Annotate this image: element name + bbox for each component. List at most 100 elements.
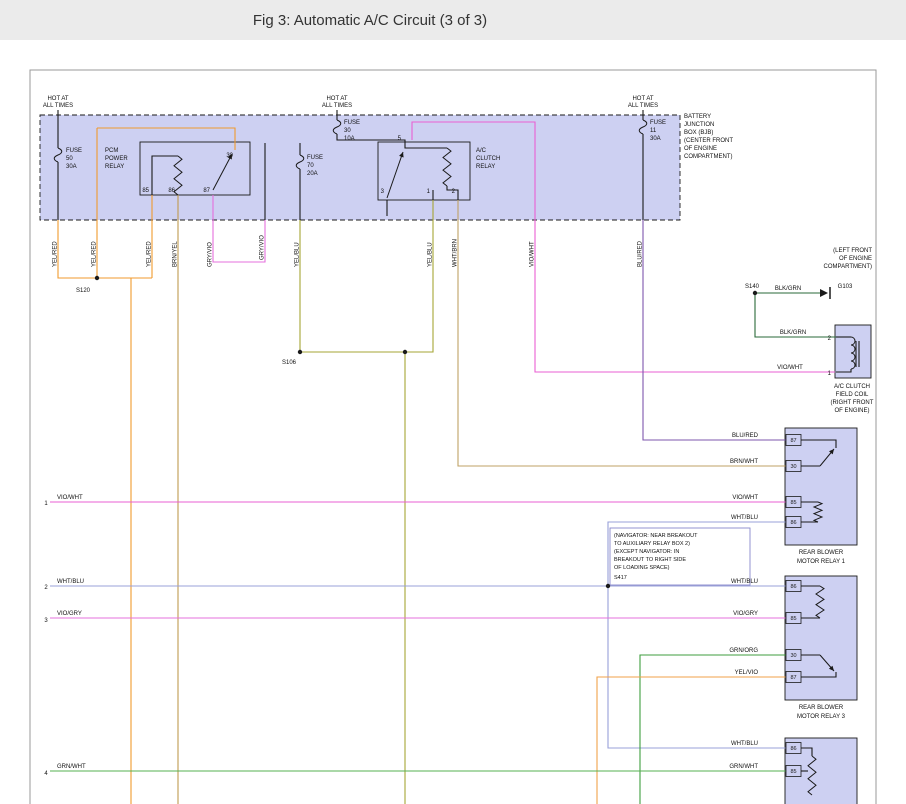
hot-at-left: HOT AT bbox=[47, 96, 68, 102]
wire-label-grnorg: GRN/ORG bbox=[729, 648, 758, 654]
pcm-relay-label-3: RELAY bbox=[105, 164, 124, 170]
wire-label-viogry-left: VIO/GRY bbox=[57, 611, 82, 617]
rear-blower-relay3-box bbox=[785, 576, 857, 700]
fuse70-label-3: 20A bbox=[307, 171, 318, 177]
hot-at-right-2: ALL TIMES bbox=[628, 103, 658, 109]
wire-label-whtblu-r1: WHT/BLU bbox=[731, 515, 758, 521]
splice-s140 bbox=[753, 291, 757, 295]
note-line-1: (NAVIGATOR: NEAR BREAKOUT bbox=[614, 533, 698, 539]
wire-label-blkgrn-2: BLK/GRN bbox=[780, 330, 806, 336]
wire-label-whtblu-r2: WHT/BLU bbox=[731, 741, 758, 747]
relay1-pin-85-label: 85 bbox=[790, 500, 796, 506]
ground-g103-label: G103 bbox=[838, 284, 853, 290]
relay3-label-2: MOTOR RELAY 3 bbox=[797, 714, 846, 720]
hot-at-right: HOT AT bbox=[632, 96, 653, 102]
note-line-5: OF LOADING SPACE) bbox=[614, 565, 670, 571]
field-coil-label-4: OF ENGINE) bbox=[834, 408, 869, 414]
ac-relay-label-2: CLUTCH bbox=[476, 156, 500, 162]
fuse11-label-2: 11 bbox=[650, 128, 657, 134]
relay3-pin-30-label: 30 bbox=[790, 653, 796, 659]
wire-label-yelred-2: YEL/RED bbox=[92, 241, 98, 267]
hot-at-left-2: ALL TIMES bbox=[43, 103, 73, 109]
relay3-label: REAR BLOWER bbox=[799, 705, 844, 711]
pcm-relay-label: PCM bbox=[105, 148, 118, 154]
ac-relay-label: A/C bbox=[476, 148, 487, 154]
battery-junction-box bbox=[40, 115, 680, 220]
relay2-pin-85-label: 85 bbox=[790, 769, 796, 775]
splice-s120 bbox=[95, 276, 99, 280]
pcm-relay-label-2: POWER bbox=[105, 156, 128, 162]
wire-label-grnwht-left: GRN/WHT bbox=[57, 764, 86, 770]
bjb-label-6: COMPARTMENT) bbox=[684, 154, 732, 160]
fuse30-label-2: 30 bbox=[344, 128, 351, 134]
wire-label-yelred-3: YEL/RED bbox=[147, 241, 153, 267]
relay1-label: REAR BLOWER bbox=[799, 550, 844, 556]
wire-label-whtblu-r3: WHT/BLU bbox=[731, 579, 758, 585]
wire-label-brnyel: BRN/YEL bbox=[173, 241, 179, 267]
wire-label-gryvio-2: GRY/VIO bbox=[260, 235, 266, 260]
fuse70-label: FUSE bbox=[307, 155, 323, 161]
fuse11-label-3: 30A bbox=[650, 136, 661, 142]
fuse50-label: FUSE bbox=[66, 148, 82, 154]
field-coil-label-2: FIELD COIL bbox=[836, 392, 869, 398]
splice-s120-label: S120 bbox=[76, 288, 91, 294]
hot-at-mid-2: ALL TIMES bbox=[322, 103, 352, 109]
wire-label-viowht-left: VIO/WHT bbox=[57, 495, 83, 501]
splice-s106 bbox=[298, 350, 302, 354]
bjb-label-3: BOX (BJB) bbox=[684, 130, 713, 136]
wire-label-grnwht-r2: GRN/WHT bbox=[729, 764, 758, 770]
pcm-pin87-num: 87 bbox=[203, 188, 210, 194]
note-line-3: (EXCEPT NAVIGATOR: IN bbox=[614, 549, 679, 555]
field-coil-label: A/C CLUTCH bbox=[834, 384, 870, 390]
fuse70-label-2: 70 bbox=[307, 163, 314, 169]
wire-label-whtblu-left: WHT/BLU bbox=[57, 579, 84, 585]
relay3-pin-87-label: 87 bbox=[790, 675, 796, 681]
splice-s106-branch bbox=[403, 350, 407, 354]
ground-loc-label-2: OF ENGINE bbox=[839, 256, 872, 262]
wire-label-blured-v: BLU/RED bbox=[638, 240, 644, 267]
wire-label-blkgrn-1: BLK/GRN bbox=[775, 286, 801, 292]
ground-loc-label: (LEFT FRONT bbox=[833, 248, 872, 254]
ground-loc-label-3: COMPARTMENT) bbox=[824, 264, 872, 270]
hot-at-mid: HOT AT bbox=[326, 96, 347, 102]
fuse30-label: FUSE bbox=[344, 120, 360, 126]
wire-label-viowht-v: VIO/WHT bbox=[530, 241, 536, 267]
wire-label-viowht-coil: VIO/WHT bbox=[777, 365, 803, 371]
bjb-label: BATTERY bbox=[684, 114, 711, 120]
bjb-label-5: OF ENGINE bbox=[684, 146, 717, 152]
relay2-pin-86-label: 86 bbox=[790, 746, 796, 752]
wire-label-whtbrn: WHT/BRN bbox=[453, 239, 459, 267]
fuse30-label-3: 10A bbox=[344, 136, 355, 142]
relay3-pin-86-label: 86 bbox=[790, 584, 796, 590]
wire-label-gryvio-1: GRY/VIO bbox=[208, 242, 214, 267]
note-line-4: BREAKOUT TO RIGHT SIDE bbox=[614, 557, 686, 563]
wiring-diagram: 87308586868530878685HOT ATALL TIMESHOT A… bbox=[0, 0, 906, 804]
fuse50-label-3: 30A bbox=[66, 164, 77, 170]
wire-label-viogry-r3: VIO/GRY bbox=[733, 611, 758, 617]
relay1-pin-87-label: 87 bbox=[790, 438, 796, 444]
wire-label-brnwht: BRN/WHT bbox=[730, 459, 758, 465]
field-coil-label-3: (RIGHT FRONT bbox=[831, 400, 874, 406]
relay3-pin-85-label: 85 bbox=[790, 616, 796, 622]
splice-s140-label: S140 bbox=[745, 284, 760, 290]
ac-relay-label-3: RELAY bbox=[476, 164, 495, 170]
wire-label-yelred-1: YEL/RED bbox=[53, 241, 59, 267]
bjb-label-2: JUNCTION bbox=[684, 122, 714, 128]
splice-s106-label: S106 bbox=[282, 360, 297, 366]
splice-s417 bbox=[606, 584, 610, 588]
fuse11-label: FUSE bbox=[650, 120, 666, 126]
wire-label-yelvio: YEL/VIO bbox=[735, 670, 759, 676]
ac-clutch-field-coil-box bbox=[835, 325, 871, 378]
pcm-pin85-num: 85 bbox=[142, 188, 149, 194]
wire-label-yelblu-2: YEL/BLU bbox=[428, 242, 434, 267]
relay1-label-2: MOTOR RELAY 1 bbox=[797, 559, 846, 565]
splice-s417-label: S417 bbox=[614, 575, 627, 581]
wire-label-yelblu-1: YEL/BLU bbox=[295, 242, 301, 267]
pcm-pin86-num: 86 bbox=[168, 188, 175, 194]
fuse50-label-2: 50 bbox=[66, 156, 73, 162]
note-line-2: TO AUXILIARY RELAY BOX 2) bbox=[614, 541, 690, 547]
relay1-pin-86-label: 86 bbox=[790, 520, 796, 526]
wire-label-viowht-r1: VIO/WHT bbox=[732, 495, 758, 501]
wire-label-blured-h: BLU/RED bbox=[732, 433, 759, 439]
relay1-pin-30-label: 30 bbox=[790, 464, 796, 470]
